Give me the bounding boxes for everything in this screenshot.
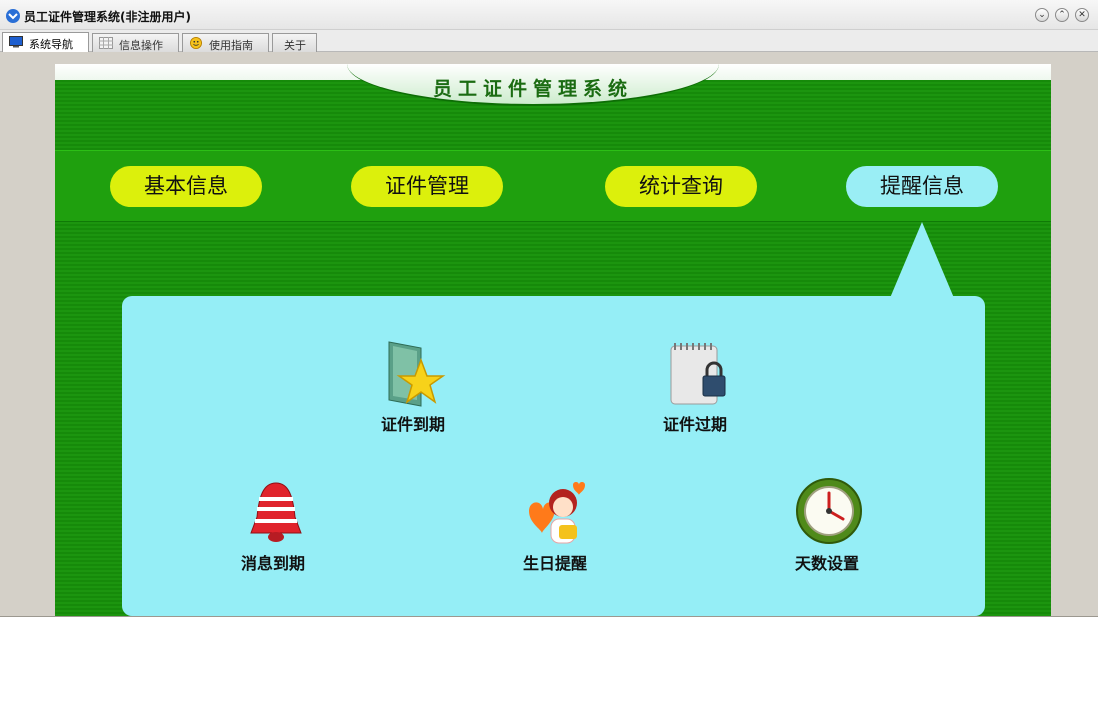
reminder-message-due[interactable]: 消息到期 [198,477,348,577]
minimize-button[interactable]: ⌄ [1035,8,1049,22]
system-title: 员工证件管理系统 [432,78,633,100]
reminder-certificate-expired[interactable]: 证件过期 [620,338,770,438]
maximize-button[interactable]: ⌃ [1055,8,1069,22]
locked-notebook-icon [670,343,726,405]
nav-statistics-query-button[interactable]: 统计查询 [605,166,757,207]
tab-user-guide[interactable]: 使用指南 [182,33,269,52]
reminder-certificate-due[interactable]: 证件到期 [338,338,488,438]
nav-certificate-management-button[interactable]: 证件管理 [351,166,503,207]
app-logo-icon [6,9,20,23]
tab-info-operation[interactable]: 信息操作 [92,33,179,52]
main-content: 员工证件管理系统 基本信息 证件管理 统计查询 提醒信息 证件到期 证件过期 消… [55,64,1051,616]
window-title: 员工证件管理系统(非注册用户) [24,10,191,24]
grid-icon [99,37,113,49]
bell-icon [250,482,302,542]
nav-basic-info-button[interactable]: 基本信息 [110,166,262,207]
clock-icon [796,478,862,544]
app-window: 员工证件管理系统(非注册用户) ⌄ ⌃ ✕ 系统导航 信息操作 使用指南 关于 … [0,0,1098,617]
chevron-up-icon: ⌃ [1058,10,1066,20]
chevron-down-icon: ⌄ [1038,10,1046,20]
close-icon: ✕ [1078,10,1086,20]
face-icon [190,37,202,49]
birthday-girl-icon [529,482,585,544]
title-bar: 员工证件管理系统(非注册用户) ⌄ ⌃ ✕ [0,0,1098,30]
panel-pointer [890,222,954,298]
monitor-icon [9,36,23,48]
reminder-day-settings[interactable]: 天数设置 [752,477,902,577]
reminder-birthday[interactable]: 生日提醒 [480,477,630,577]
tab-system-nav[interactable]: 系统导航 [2,32,89,52]
reminder-panel: 证件到期 证件过期 消息到期 生日提醒 天数设置 [122,296,985,616]
close-button[interactable]: ✕ [1075,8,1089,22]
star-folder-icon [388,341,446,407]
tab-bar: 系统导航 信息操作 使用指南 关于 [0,30,1098,52]
system-title-tab: 员工证件管理系统 [347,64,719,106]
nav-bar: 基本信息 证件管理 统计查询 提醒信息 [55,150,1051,222]
nav-reminder-info-button[interactable]: 提醒信息 [846,166,998,207]
tab-about[interactable]: 关于 [272,33,317,52]
